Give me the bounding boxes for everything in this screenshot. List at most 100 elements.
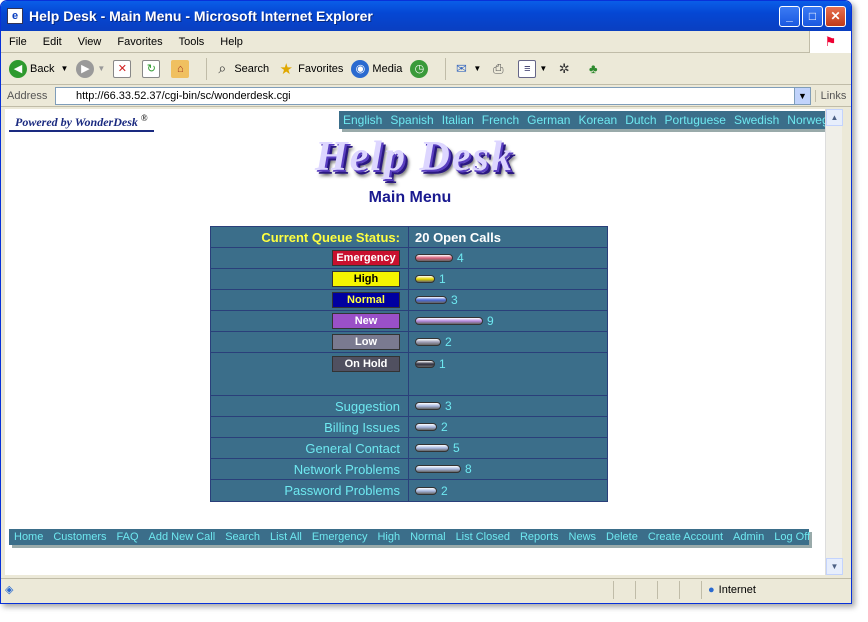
edit-button[interactable]: ≡ ▼ [518, 59, 547, 78]
priority-count[interactable]: 1 [439, 272, 446, 286]
priority-count-bar [415, 296, 447, 304]
browser-window: e Help Desk - Main Menu - Microsoft Inte… [0, 0, 852, 604]
messenger-button[interactable]: ♣ [584, 60, 605, 78]
priority-row: Low 2 [211, 332, 607, 353]
category-label[interactable]: Password Problems [211, 480, 409, 501]
menu-bar: File Edit View Favorites Tools Help ⚑ [1, 31, 851, 53]
lang-italian[interactable]: Italian [438, 113, 478, 127]
category-count[interactable]: 5 [453, 441, 460, 455]
priority-badge[interactable]: Emergency [332, 250, 400, 266]
favorites-button[interactable]: ★ Favorites [277, 60, 343, 78]
scroll-up-icon[interactable]: ▲ [826, 109, 843, 126]
priority-badge[interactable]: High [332, 271, 400, 287]
priority-badge[interactable]: Normal [332, 292, 400, 308]
search-button[interactable]: ⌕ Search [213, 60, 269, 78]
nav-emergency[interactable]: Emergency [307, 531, 373, 543]
category-label[interactable]: Billing Issues [211, 417, 409, 437]
media-label: Media [372, 62, 403, 75]
nav-delete[interactable]: Delete [601, 531, 643, 543]
nav-normal[interactable]: Normal [405, 531, 450, 543]
address-dropdown-icon[interactable]: ▼ [794, 87, 810, 104]
lang-korean[interactable]: Korean [574, 113, 621, 127]
refresh-button[interactable]: ↻ [142, 59, 163, 78]
lang-english[interactable]: English [339, 113, 386, 127]
category-row: Billing Issues 2 [211, 417, 607, 438]
lang-dutch[interactable]: Dutch [621, 113, 660, 127]
close-button[interactable]: ✕ [825, 5, 846, 27]
back-dropdown-icon[interactable]: ▼ [60, 64, 68, 73]
nav-news[interactable]: News [564, 531, 602, 543]
nav-list-all[interactable]: List All [265, 531, 307, 543]
menu-tools[interactable]: Tools [171, 36, 213, 48]
forward-button[interactable]: ▶ ▼ [76, 59, 105, 78]
nav-admin[interactable]: Admin [728, 531, 769, 543]
mail-icon: ✉ [455, 60, 467, 76]
home-button[interactable]: ⌂ [171, 59, 192, 78]
lang-portuguese[interactable]: Portuguese [661, 113, 730, 127]
powered-by-link[interactable]: Powered by WonderDesk ® [9, 113, 154, 132]
nav-create-account[interactable]: Create Account [643, 531, 728, 543]
priority-badge[interactable]: Low [332, 334, 400, 350]
category-row: Password Problems 2 [211, 480, 607, 501]
forward-dropdown-icon[interactable]: ▼ [97, 64, 105, 73]
mail-button[interactable]: ✉ ▼ [452, 60, 481, 78]
media-button[interactable]: ◉ Media [351, 59, 403, 78]
history-button[interactable]: ◷ [410, 59, 431, 78]
print-icon: ⎙ [493, 60, 504, 76]
priority-count[interactable]: 1 [439, 357, 446, 371]
discuss-button[interactable]: ✲ [555, 60, 576, 78]
links-button[interactable]: Links [815, 89, 851, 102]
nav-reports[interactable]: Reports [515, 531, 564, 543]
nav-customers[interactable]: Customers [48, 531, 111, 543]
address-input[interactable]: http://66.33.52.37/cgi-bin/sc/wonderdesk… [55, 86, 811, 105]
address-label: Address [7, 89, 48, 102]
category-count[interactable]: 2 [441, 484, 448, 498]
nav-add-new-call[interactable]: Add New Call [144, 531, 221, 543]
nav-log-off[interactable]: Log Off [769, 531, 815, 543]
priority-badge[interactable]: On Hold [332, 355, 400, 372]
category-count[interactable]: 8 [465, 462, 472, 476]
priority-count-bar [415, 359, 435, 368]
priority-badge[interactable]: New [332, 313, 400, 329]
priority-count[interactable]: 2 [445, 335, 452, 349]
menu-help[interactable]: Help [212, 36, 251, 48]
nav-search[interactable]: Search [220, 531, 265, 543]
stop-button[interactable]: ✕ [113, 59, 134, 78]
back-button[interactable]: ◀ Back ▼ [9, 59, 68, 78]
lang-spanish[interactable]: Spanish [386, 113, 437, 127]
category-label[interactable]: General Contact [211, 438, 409, 458]
menu-view[interactable]: View [70, 36, 110, 48]
lang-german[interactable]: German [523, 113, 574, 127]
category-count-bar [415, 402, 441, 410]
category-count[interactable]: 3 [445, 399, 452, 413]
priority-count-bar [415, 254, 453, 262]
priority-count[interactable]: 4 [457, 251, 464, 265]
category-label[interactable]: Network Problems [211, 459, 409, 479]
priority-count[interactable]: 3 [451, 293, 458, 307]
priority-count[interactable]: 9 [487, 314, 494, 328]
minimize-button[interactable]: _ [779, 5, 800, 27]
lang-norwegian[interactable]: Norwegian [783, 113, 825, 127]
mail-dropdown-icon[interactable]: ▼ [473, 64, 481, 73]
scroll-down-icon[interactable]: ▼ [826, 558, 843, 575]
nav-faq[interactable]: FAQ [112, 531, 144, 543]
menu-favorites[interactable]: Favorites [109, 36, 170, 48]
category-label[interactable]: Suggestion [211, 396, 409, 416]
print-button[interactable]: ⎙ [489, 60, 510, 78]
priority-row: High 1 [211, 269, 607, 290]
nav-list-closed[interactable]: List Closed [451, 531, 515, 543]
menu-edit[interactable]: Edit [35, 36, 70, 48]
lang-swedish[interactable]: Swedish [730, 113, 783, 127]
menu-file[interactable]: File [1, 36, 35, 48]
vertical-scrollbar[interactable]: ▲ ▼ [825, 109, 843, 575]
edit-dropdown-icon[interactable]: ▼ [539, 64, 547, 73]
spacer-left [211, 374, 409, 395]
priority-count-cell: 1 [409, 353, 607, 374]
lang-french[interactable]: French [478, 113, 523, 127]
category-count[interactable]: 2 [441, 420, 448, 434]
maximize-button[interactable]: □ [802, 5, 823, 27]
priority-cell: Emergency [211, 248, 409, 268]
nav-high[interactable]: High [372, 531, 405, 543]
refresh-icon: ↻ [142, 59, 161, 78]
nav-home[interactable]: Home [9, 531, 48, 543]
